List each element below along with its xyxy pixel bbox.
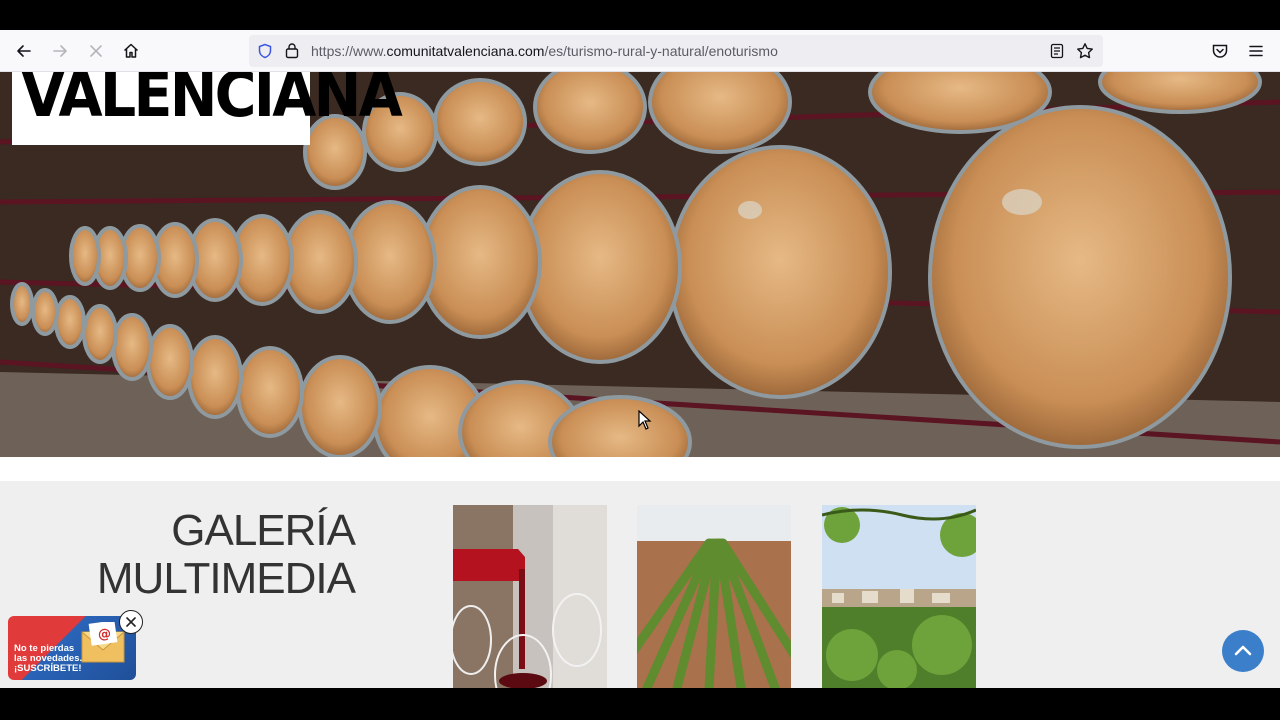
chevron-up-icon [1234,645,1252,656]
url-domain: comunitatvalenciana.com [386,43,545,59]
pocket-button[interactable] [1208,39,1232,63]
gallery-title: GALERÍA MULTIMEDIA [96,506,356,603]
forward-arrow-icon [53,45,67,57]
window-top-bar [0,0,1280,30]
home-icon [123,43,139,58]
logo-text: VALENCIANA [21,72,403,131]
gallery-thumb-vineyard[interactable] [637,505,791,688]
newsletter-close-button[interactable] [119,610,143,634]
reader-view-icon[interactable] [1049,43,1065,59]
hero-wine-barrels-image: VALENCIANA [0,72,1280,457]
lock-icon[interactable] [284,42,300,59]
forward-button[interactable] [48,39,72,63]
stop-button[interactable] [84,39,108,63]
window-bottom-bar [0,688,1280,720]
site-logo[interactable]: VALENCIANA [12,72,403,145]
gallery-title-line2: MULTIMEDIA [96,554,356,603]
newsletter-line3: ¡SUSCRÍBETE! [14,663,82,674]
url-path: /es/turismo-rural-y-natural/enoturismo [544,43,778,59]
gallery-thumb-vine-town[interactable] [822,505,976,688]
back-arrow-icon [17,45,31,57]
close-icon [90,45,102,57]
menu-button[interactable] [1244,39,1268,63]
mouse-cursor-icon [638,410,652,430]
pocket-icon [1212,44,1228,58]
scroll-to-top-button[interactable] [1222,630,1264,672]
address-bar[interactable]: https://www.comunitatvalenciana.com/es/t… [249,35,1103,67]
gallery-thumb-wine-pour[interactable] [453,505,607,688]
gallery-title-line1: GALERÍA [171,506,356,555]
newsletter-banner[interactable]: @ No te pierdas las novedades. ¡SUSCRÍBE… [8,616,136,680]
back-button[interactable] [12,39,36,63]
vine-town-photo [822,505,976,688]
bookmark-star-icon[interactable] [1076,42,1094,60]
wine-pour-photo [453,505,607,688]
tracking-shield-icon[interactable] [257,43,273,59]
email-envelope-icon: @ [81,622,125,663]
url-text[interactable]: https://www.comunitatvalenciana.com/es/t… [311,43,778,59]
vineyard-rows-photo [637,505,791,688]
close-icon [126,617,136,627]
hamburger-menu-icon [1249,45,1263,57]
page-content: VALENCIANA GALERÍA MULTIMEDIA @ No te pi… [0,72,1280,688]
newsletter-text: No te pierdas las novedades. ¡SUSCRÍBETE… [14,644,82,674]
browser-toolbar: https://www.comunitatvalenciana.com/es/t… [0,30,1280,72]
svg-text:@: @ [98,627,111,642]
url-prefix: https://www. [311,43,387,59]
home-button[interactable] [119,39,143,63]
gallery-section: GALERÍA MULTIMEDIA [0,481,1280,688]
